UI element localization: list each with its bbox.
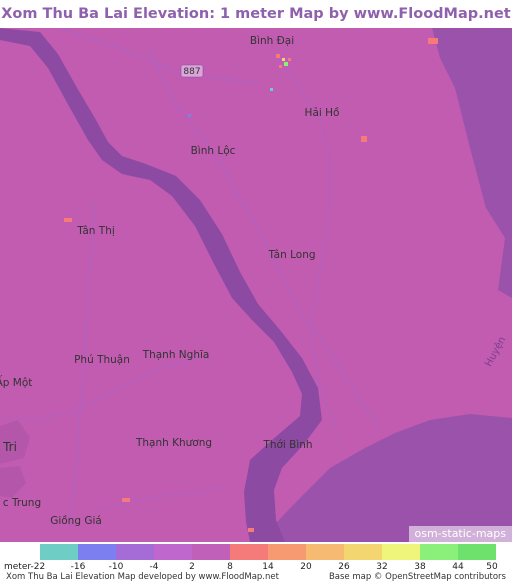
- legend-tick: 44: [452, 562, 463, 572]
- legend-unit-label: meter-22: [4, 562, 45, 572]
- place-label: Thạnh Nghĩa: [142, 349, 210, 361]
- place-label: c Trung: [3, 497, 41, 509]
- legend-swatch: [420, 544, 458, 560]
- place-label: Thạnh Khương: [135, 437, 212, 449]
- legend-swatch: [154, 544, 192, 560]
- legend-swatch: [40, 544, 78, 560]
- legend-swatch: [230, 544, 268, 560]
- legend-tick: 38: [414, 562, 425, 572]
- footer-credits: Xom Thu Ba Lai Elevation Map developed b…: [0, 572, 512, 584]
- legend-swatch: [192, 544, 230, 560]
- place-label: Tân Long: [267, 249, 315, 261]
- legend-swatch: [78, 544, 116, 560]
- legend-tick: -4: [150, 562, 159, 572]
- legend-swatch: [344, 544, 382, 560]
- elevation-legend: meter-22 -16 -10 -4 2 8 14 20 26 32 38 4…: [0, 542, 512, 582]
- legend-swatch: [382, 544, 420, 560]
- legend-tick: 14: [262, 562, 273, 572]
- place-label: Thới Bình: [262, 439, 312, 451]
- legend-tick: 2: [189, 562, 195, 572]
- place-label: Hải Hồ: [305, 107, 340, 119]
- legend-swatch: [458, 544, 496, 560]
- legend-tick: 26: [338, 562, 349, 572]
- legend-tick: -16: [71, 562, 86, 572]
- road-887-label: 887: [183, 67, 200, 77]
- legend-tick: 32: [376, 562, 387, 572]
- osm-static-maps-badge: osm-static-maps: [409, 526, 512, 542]
- legend-tick: 8: [227, 562, 233, 572]
- legend-color-bar: [40, 544, 496, 560]
- osm-credit[interactable]: Base map © OpenStreetMap contributors: [329, 572, 506, 582]
- legend-tick: 50: [486, 562, 497, 572]
- place-label: Tân Thị: [76, 225, 115, 237]
- place-label: Ấp Một: [0, 375, 32, 389]
- place-label: Bình Đại: [250, 35, 294, 47]
- page: Xom Thu Ba Lai Elevation: 1 meter Map by…: [0, 0, 512, 582]
- legend-tick: -10: [109, 562, 124, 572]
- place-label: Phú Thuận: [74, 354, 130, 366]
- elevation-map[interactable]: 887 Bình Đại Hải Hồ Bình Lộc Tân Thị: [0, 28, 512, 542]
- legend-tick: 20: [300, 562, 311, 572]
- legend-swatch: [306, 544, 344, 560]
- map-canvas: 887 Bình Đại Hải Hồ Bình Lộc Tân Thị: [0, 28, 512, 542]
- page-title: Xom Thu Ba Lai Elevation: 1 meter Map by…: [0, 0, 512, 28]
- legend-swatch: [116, 544, 154, 560]
- place-label: Tri: [2, 440, 17, 454]
- place-label: Bình Lộc: [191, 145, 236, 157]
- floodmap-credit[interactable]: Xom Thu Ba Lai Elevation Map developed b…: [6, 572, 279, 582]
- legend-swatch: [268, 544, 306, 560]
- place-label: Giồng Giá: [50, 515, 102, 527]
